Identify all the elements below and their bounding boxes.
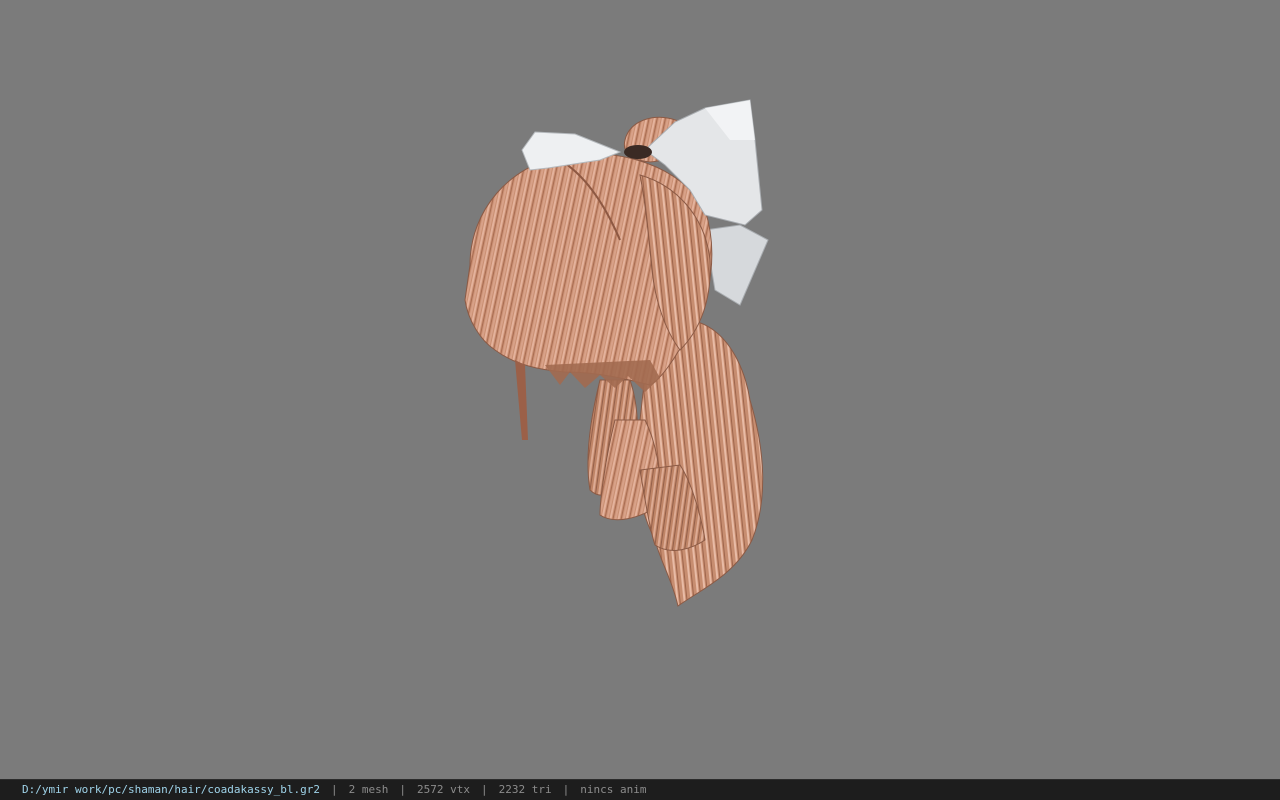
separator: | (331, 783, 338, 796)
status-bar: D:/ymir work/pc/shaman/hair/coadakassy_b… (0, 779, 1280, 800)
mesh-count: 2 mesh (348, 783, 389, 796)
separator: | (562, 783, 570, 796)
separator: | (481, 783, 488, 796)
bow-tail (704, 224, 769, 306)
animation-status: nincs anim (580, 783, 647, 796)
bow-knot (624, 145, 652, 159)
model-viewport[interactable] (0, 0, 1280, 779)
file-path: D:/ymir work/pc/shaman/hair/coadakassy_b… (22, 783, 321, 796)
separator: | (399, 783, 407, 796)
triangle-count: 2232 tri (498, 783, 552, 796)
hair-model[interactable] (0, 0, 1280, 779)
vertex-count: 2572 vtx (417, 783, 470, 796)
fringe-strand (515, 360, 528, 440)
